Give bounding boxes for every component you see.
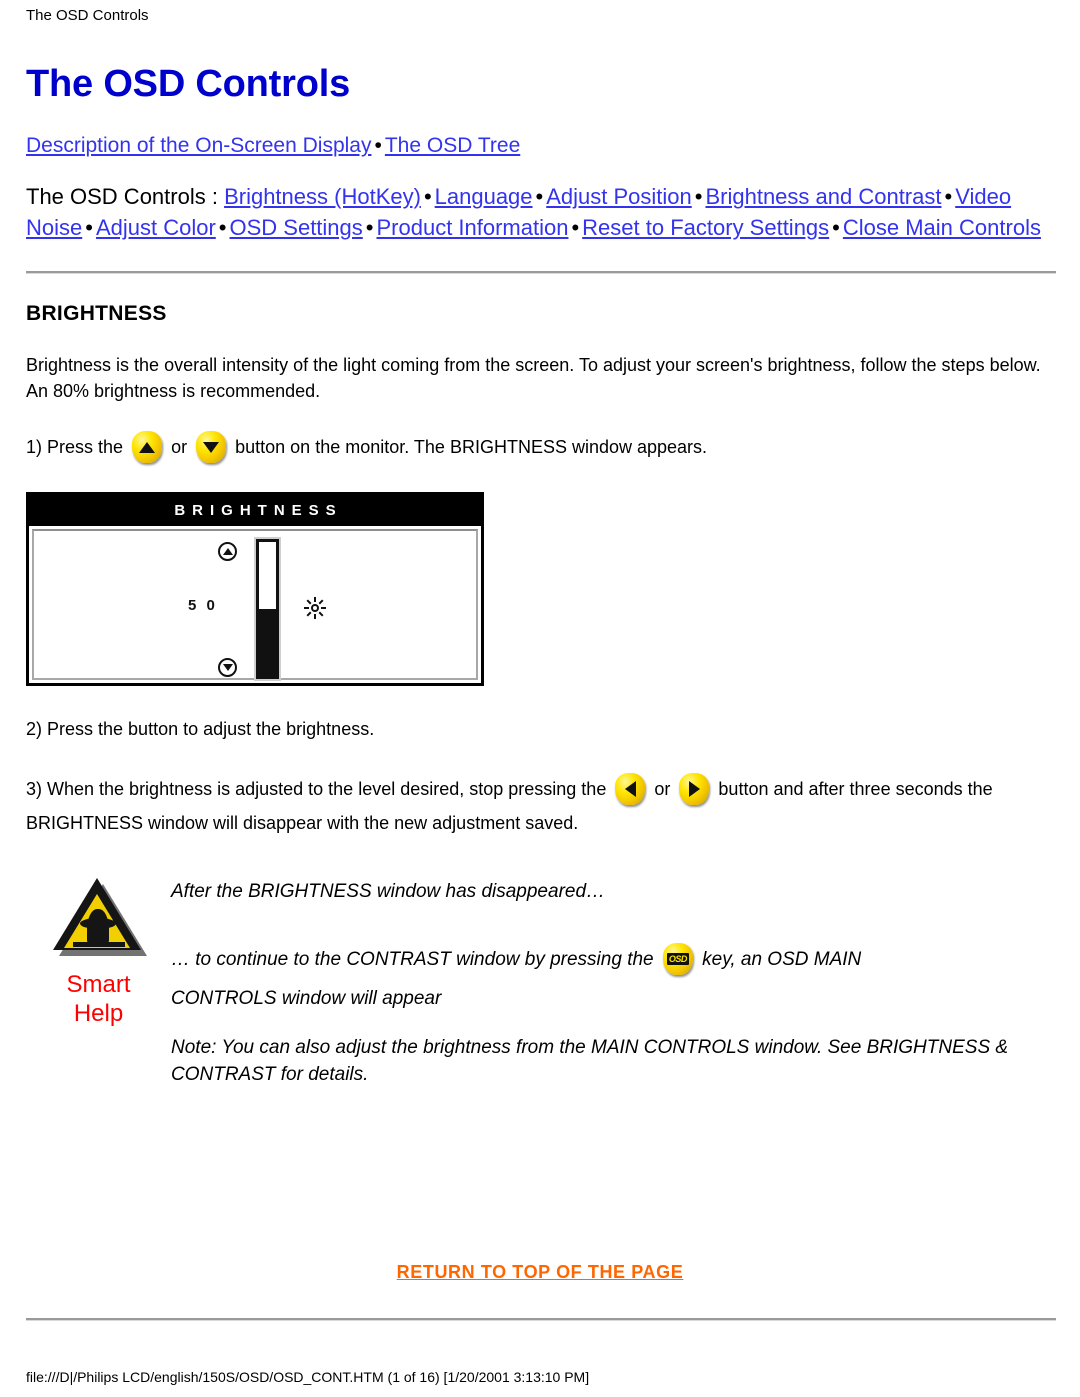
return-to-top-wrap: RETURN TO TOP OF THE PAGE [0, 1262, 1080, 1283]
button-glyph [677, 773, 711, 805]
triangle-down-icon [203, 441, 220, 453]
step-3-text-a: 3) When the brightness is adjusted to th… [26, 779, 607, 799]
link-language[interactable]: Language [435, 184, 533, 209]
step-2: 2) Press the button to adjust the bright… [26, 719, 375, 739]
button-glyph [130, 431, 164, 463]
smart-help-para-1: After the BRIGHTNESS window has disappea… [171, 881, 606, 902]
browser-page-header: The OSD Controls [26, 7, 149, 24]
page-title: The OSD Controls [26, 63, 351, 105]
smart-help-label: Smart Help [26, 970, 171, 1028]
smart-help-para-2: … to continue to the CONTRAST window by … [171, 905, 1056, 975]
step-3-or: or [654, 779, 671, 799]
smart-help-para-2-b: key, an OSD MAIN [702, 949, 862, 970]
link-adjust-position[interactable]: Adjust Position [546, 184, 692, 209]
top-nav-links: Description of the On-Screen Display • The… [26, 132, 1056, 159]
nav-separator: • [218, 215, 227, 240]
link-description-on-screen-display[interactable]: Description of the On-Screen Display [26, 134, 372, 157]
osd-controls-link-list: The OSD Controls : Brightness (HotKey) • L… [26, 181, 1056, 243]
osd-brightness-window-image: BRIGHTNESS 5 0 [26, 492, 484, 686]
sun-ray [306, 599, 312, 605]
arrow-glyph [222, 664, 233, 671]
sun-ray [318, 611, 324, 617]
sun-ray [304, 607, 309, 609]
smart-help-block: Smart Help After the BRIGHTNESS window h… [26, 874, 1056, 1088]
nav-separator: • [832, 215, 840, 240]
sun-ray [321, 607, 326, 609]
smart-help-para-2-a: … to continue to the CONTRAST window by … [171, 949, 654, 970]
warning-base [72, 942, 125, 947]
brightness-sun-icon [304, 597, 326, 619]
monitor-down-button-icon [194, 431, 228, 463]
sun-ray [314, 597, 316, 602]
smart-help-para-3: CONTROLS window will appear [171, 988, 442, 1009]
section-heading-brightness: BRIGHTNESS [26, 302, 167, 325]
smart-help-badge: Smart Help [26, 874, 171, 1028]
circle-arrow-down-icon [218, 658, 237, 677]
link-brightness-hotkey[interactable]: Brightness (HotKey) [224, 184, 421, 209]
warning-triangle-icon [51, 876, 147, 960]
sun-ray [318, 599, 324, 605]
smart-help-para-4: Note: You can also adjust the brightness… [171, 1037, 1009, 1085]
warning-figure [79, 909, 116, 943]
nav-separator: • [423, 184, 432, 209]
nav-separator: • [571, 215, 580, 240]
nav-separator: • [535, 184, 544, 209]
osd-key-label: OSD [666, 953, 689, 965]
step-3-text-b: button and after [718, 779, 845, 799]
sun-ray [314, 614, 316, 619]
triangle-left-icon [624, 781, 636, 797]
monitor-right-button-icon [677, 773, 711, 805]
circle-arrow-up-icon [218, 542, 237, 561]
button-glyph [613, 773, 647, 805]
osd-slider-fill [259, 609, 276, 676]
smart-help-text: After the BRIGHTNESS window has disappea… [171, 874, 1056, 1088]
brightness-intro-text: Brightness is the overall intensity of t… [26, 355, 1041, 401]
smart-help-label-line2: Help [73, 1000, 124, 1027]
link-close-main-controls[interactable]: Close Main Controls [843, 215, 1041, 240]
link-reset-to-factory-settings[interactable]: Reset to Factory Settings [582, 215, 829, 240]
osd-key-button-icon: OSD [661, 943, 695, 975]
nav-separator: • [365, 215, 374, 240]
osd-slider-track [256, 539, 279, 679]
nav-separator: • [944, 184, 953, 209]
osd-window-titlebar: BRIGHTNESS [29, 495, 481, 526]
link-adjust-color[interactable]: Adjust Color [96, 215, 216, 240]
button-glyph: OSD [661, 943, 695, 975]
link-the-osd-tree[interactable]: The OSD Tree [385, 134, 520, 157]
nav-separator: • [694, 184, 703, 209]
smart-help-label-line1: Smart [66, 971, 131, 998]
osd-controls-prefix: The OSD Controls : [26, 184, 225, 209]
sun-ray [306, 611, 312, 617]
document-content: The OSD Controls Description of the On-S… [26, 62, 1056, 1088]
triangle-up-icon [139, 441, 156, 453]
nav-separator: • [85, 215, 93, 240]
osd-slider-group: 5 0 [188, 539, 374, 679]
link-brightness-and-contrast[interactable]: Brightness and Contrast [705, 184, 941, 209]
arrow-glyph [222, 548, 233, 555]
triangle-right-icon [688, 781, 700, 797]
step-1: 1) Press the or button on the monitor. T… [26, 404, 1056, 464]
monitor-left-button-icon [613, 773, 647, 805]
link-product-information[interactable]: Product Information [376, 215, 568, 240]
button-glyph [194, 431, 228, 463]
nav-separator: • [374, 134, 382, 157]
monitor-up-button-icon [130, 431, 164, 463]
step-3: 3) When the brightness is adjusted to th… [26, 746, 1056, 840]
sun-core [311, 604, 319, 612]
horizontal-divider-bottom [26, 1318, 1056, 1321]
link-osd-settings[interactable]: OSD Settings [230, 215, 363, 240]
return-to-top-link[interactable]: RETURN TO TOP OF THE PAGE [397, 1262, 684, 1282]
browser-file-path: file:///D|/Philips LCD/english/150S/OSD/… [26, 1369, 590, 1385]
osd-window-title: BRIGHTNESS [174, 502, 343, 519]
step-1-text-b: button on the monitor. The BRIGHTNESS wi… [235, 437, 708, 457]
step-1-text-a: 1) Press the [26, 437, 124, 457]
step-1-or: or [171, 437, 188, 457]
osd-window-body: 5 0 [32, 529, 478, 680]
osd-brightness-value: 5 0 [188, 597, 218, 614]
